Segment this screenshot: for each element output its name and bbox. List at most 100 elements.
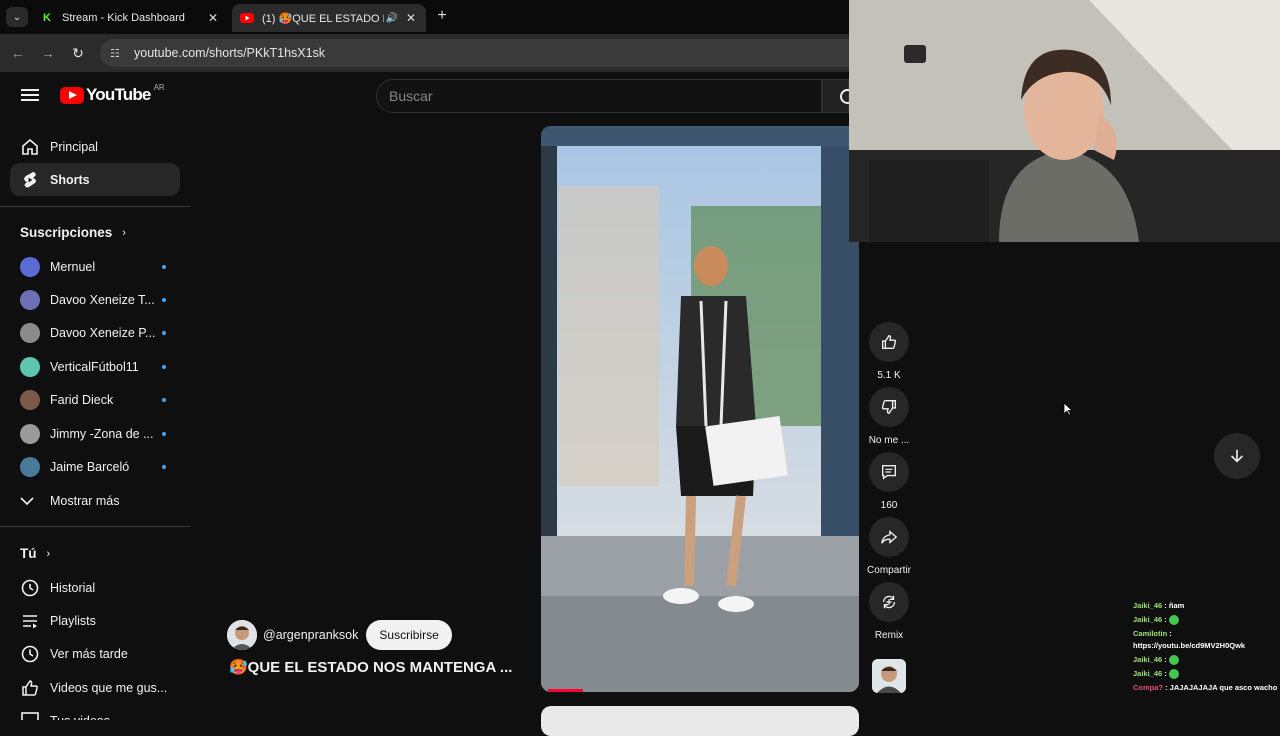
short-video-player[interactable] [541, 126, 859, 692]
sidebar-item-watch-later[interactable]: Ver más tarde [10, 637, 180, 670]
chevron-down-icon [10, 496, 50, 506]
channel-avatar [10, 423, 50, 444]
comment-icon [869, 452, 909, 492]
sidebar-item-label: Jimmy -Zona de ... [50, 426, 154, 441]
chat-message: Jaiki_46 : [1133, 654, 1278, 666]
channel-name[interactable]: @argenpranksok [263, 628, 358, 642]
sidebar-item-label: Jaime Barceló [50, 459, 130, 474]
chat-username: Camilotin [1133, 629, 1168, 638]
chat-username: Jaiki_46 [1133, 601, 1163, 610]
new-content-dot [162, 297, 166, 302]
home-icon [10, 137, 50, 157]
new-content-dot [162, 264, 166, 269]
history-icon [10, 578, 50, 598]
new-content-dot [162, 431, 166, 436]
sidebar-item-label: Principal [50, 139, 98, 154]
tab-title: (1) 🥵QUE EL ESTADO NOS [262, 12, 384, 25]
chat-text: JAJAJAJAJA que asco wacho [1169, 683, 1278, 692]
sidebar-item-label: Davoo Xeneize T... [50, 292, 155, 307]
dislike-button[interactable]: No me ... [864, 387, 914, 446]
your-videos-icon [10, 704, 50, 720]
sidebar-subscription-item[interactable]: Farid Dieck [10, 384, 180, 417]
logo-text: YouTube [86, 85, 151, 104]
video-frame [541, 126, 859, 692]
sidebar-item-principal[interactable]: Principal [10, 130, 180, 163]
close-tab-icon[interactable]: ✕ [404, 11, 418, 25]
short-title[interactable]: 🥵QUE EL ESTADO NOS MANTENGA ... [229, 658, 529, 676]
sidebar-item-label: Shorts [50, 172, 90, 187]
browser-tab-youtube[interactable]: (1) 🥵QUE EL ESTADO NOS 🔊 ✕ [232, 4, 426, 32]
close-tab-icon[interactable]: ✕ [206, 11, 220, 25]
sidebar-item-your-videos[interactable]: Tus videos [10, 704, 180, 720]
shorts-icon [10, 170, 50, 190]
chat-username: Jaiki_46 [1133, 655, 1163, 664]
show-more-button[interactable]: Mostrar más [10, 484, 180, 517]
chat-text: https://youtu.be/cd9MV2H0Qwk [1133, 641, 1246, 650]
sidebar-item-playlists[interactable]: Playlists [10, 604, 180, 637]
sidebar-item-label: Ver más tarde [50, 646, 128, 661]
sidebar-item-label: Tus videos [50, 704, 180, 720]
channel-avatar [10, 256, 50, 277]
share-icon [869, 517, 909, 557]
new-content-dot [162, 364, 166, 369]
sidebar-divider [0, 526, 191, 527]
like-count: 5.1 K [877, 370, 901, 381]
chevron-right-icon: › [122, 226, 126, 239]
new-content-dot [162, 398, 166, 403]
search-button[interactable] [822, 79, 855, 113]
chat-text: ñam [1168, 601, 1185, 610]
channel-avatar[interactable] [227, 620, 257, 650]
comment-count: 160 [880, 500, 898, 511]
youtube-logo[interactable]: YouTube AR [60, 83, 165, 105]
like-button[interactable]: 5.1 K [864, 322, 914, 381]
chat-username: Compa? [1133, 683, 1163, 692]
subscriptions-heading[interactable]: Suscripciones › [20, 225, 126, 240]
emote-icon [1168, 669, 1179, 680]
back-arrow-icon[interactable]: ← [8, 43, 28, 63]
address-bar[interactable]: ☷ youtube.com/shorts/PKkT1hsX1sk [100, 39, 849, 67]
sidebar-item-liked-videos[interactable]: Videos que me gus... [10, 671, 180, 704]
sidebar-item-shorts[interactable]: Shorts [10, 163, 180, 196]
new-tab-button[interactable]: + [432, 6, 452, 26]
subscribe-button[interactable]: Suscribirse [366, 620, 452, 650]
thumbs-up-icon [869, 322, 909, 362]
short-channel-row: @argenpranksok Suscribirse [227, 620, 452, 650]
sidebar-subscription-item[interactable]: Mernuel [10, 250, 180, 283]
channel-avatar [10, 356, 50, 377]
channel-avatar [10, 289, 50, 310]
menu-icon[interactable] [20, 86, 40, 106]
sidebar-subscription-item[interactable]: Davoo Xeneize P... [10, 317, 180, 350]
mouse-cursor-icon [1063, 402, 1073, 416]
sidebar-subscription-item[interactable]: VerticalFútbol11 [10, 350, 180, 383]
remix-button[interactable]: Remix [864, 582, 914, 641]
reload-icon[interactable]: ↻ [68, 43, 88, 63]
forward-arrow-icon[interactable]: → [38, 43, 58, 63]
new-content-dot [162, 464, 166, 469]
chat-username: Jaiki_46 [1133, 669, 1163, 678]
emote-icon [1168, 655, 1179, 666]
comments-button[interactable]: 160 [864, 452, 914, 511]
remix-label: Remix [874, 630, 904, 641]
audio-playing-icon[interactable]: 🔊 [386, 13, 398, 24]
tab-title: Stream - Kick Dashboard [62, 12, 185, 24]
sidebar-item-label: Historial [50, 580, 96, 595]
video-progress-bar[interactable] [548, 689, 583, 692]
search-input[interactable]: Buscar [376, 79, 822, 113]
channel-thumbnail[interactable] [872, 659, 906, 693]
section-title: Tú [20, 546, 37, 561]
sidebar-subscription-item[interactable]: Davoo Xeneize T... [10, 283, 180, 316]
remix-icon [869, 582, 909, 622]
next-short-button[interactable] [1214, 433, 1260, 479]
browser-tab-kick[interactable]: K Stream - Kick Dashboard ✕ [32, 4, 228, 32]
site-info-icon[interactable]: ☷ [110, 47, 124, 60]
next-short-preview[interactable] [541, 706, 859, 736]
share-button[interactable]: Compartir [864, 517, 914, 576]
sidebar-subscription-item[interactable]: Jaime Barceló [10, 450, 180, 483]
you-heading[interactable]: Tú › [20, 546, 50, 561]
chat-message: Jaiki_46 : ñam [1133, 601, 1185, 610]
sidebar-subscription-item[interactable]: Jimmy -Zona de ... [10, 417, 180, 450]
tab-search-button[interactable]: ⌄ [6, 7, 28, 27]
chat-message: Compa? : JAJAJAJAJA que asco wacho [1133, 683, 1278, 692]
channel-avatar [10, 456, 50, 477]
sidebar-item-historial[interactable]: Historial [10, 571, 180, 604]
